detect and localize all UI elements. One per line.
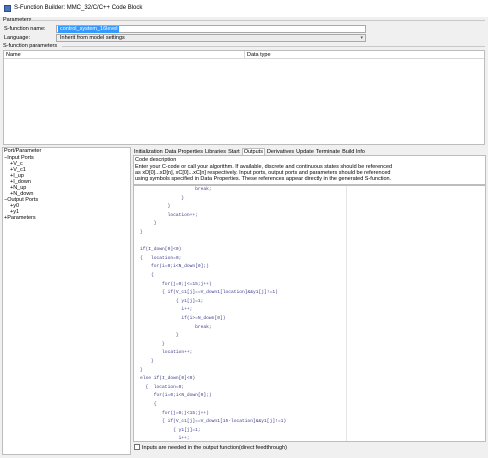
language-select[interactable]: Inherit from model settings ▾ bbox=[56, 34, 366, 42]
code-line: { bbox=[140, 273, 154, 278]
tab-bar[interactable]: Initialization Data Properties Libraries St… bbox=[134, 148, 367, 155]
window-title: S-Function Builder: MMC_32/C/C++ Code Bl… bbox=[14, 5, 143, 11]
code-line: } bbox=[140, 204, 171, 210]
sfunction-name-label: S-function name: bbox=[4, 26, 46, 32]
title-bar: S-Function Builder: MMC_32/C/C++ Code Bl… bbox=[0, 0, 488, 17]
parameters-group-label: Parameters bbox=[3, 17, 32, 23]
code-description-line-3: using symbols specified in Data Properti… bbox=[135, 176, 392, 182]
sfunction-parameters-label: S-function parameters bbox=[3, 43, 58, 49]
code-line: } bbox=[140, 221, 157, 227]
code-line: } bbox=[140, 230, 143, 235]
code-line: if(I_down[0]<0) bbox=[140, 247, 182, 253]
code-line: } bbox=[140, 195, 185, 201]
code-line: for(i=0;i<N_down[0];) bbox=[140, 393, 212, 399]
code-line: for(j=0;j<=15;j++) bbox=[140, 281, 212, 287]
feedthrough-checkbox[interactable] bbox=[134, 444, 140, 450]
code-line: { location=0; bbox=[140, 255, 182, 261]
app-icon bbox=[4, 5, 11, 12]
sfunction-name-field[interactable]: control_system_16level bbox=[56, 25, 366, 33]
port-parameter-tree[interactable]: −Input Ports +V_c +V_c1 +I_up +I_down +N_up +N… bbox=[4, 155, 38, 221]
code-line: } bbox=[140, 367, 143, 373]
sfunction-parameters-table[interactable]: Name Data type bbox=[3, 50, 485, 145]
code-line: { if(V_c1[j]==V_down1[15-location]&&y1[j… bbox=[140, 419, 287, 425]
code-line: if(i>=N_down[0]) bbox=[140, 316, 226, 321]
column-header-data-type: Data type bbox=[244, 51, 484, 59]
print-margin-line bbox=[346, 186, 347, 441]
divider bbox=[30, 20, 485, 21]
code-line: for(i=0;i<N_down[0];) bbox=[140, 264, 209, 270]
code-description-label: Code description bbox=[135, 157, 177, 163]
code-line: { if(V_c1[j]==V_down1[location]&&y1[j]!=… bbox=[140, 290, 278, 296]
tree-item[interactable]: +Parameters bbox=[4, 215, 38, 221]
port-parameter-label: Port/Parameter bbox=[4, 148, 42, 154]
feedthrough-label: Inputs are needed in the output function… bbox=[142, 445, 287, 451]
code-line: { bbox=[140, 402, 157, 407]
code-editor[interactable]: break; } } location++; }} if(I_down[0]<0)… bbox=[133, 185, 486, 442]
code-line: { y1[j]=1; bbox=[140, 427, 201, 433]
divider bbox=[62, 46, 485, 47]
code-line: } bbox=[140, 333, 179, 339]
code-line: break; bbox=[140, 187, 212, 192]
code-line: { location=0; bbox=[140, 384, 185, 390]
code-line: i++; bbox=[140, 307, 193, 313]
code-line: { y1[j]=1; bbox=[140, 298, 204, 304]
port-parameter-panel: Port/Parameter −Input Ports +V_c +V_c1 +I_u… bbox=[2, 147, 131, 455]
code-line: location++; bbox=[140, 212, 198, 218]
code-line: for(j=0;j<15;j++) bbox=[140, 410, 209, 416]
code-line: } bbox=[140, 341, 165, 347]
code-line: break; bbox=[140, 324, 212, 330]
column-header-name: Name bbox=[4, 51, 244, 59]
code-line: else if(I_down[0]<0) bbox=[140, 376, 196, 382]
chevron-down-icon: ▾ bbox=[360, 35, 363, 41]
code-line: i++; bbox=[140, 436, 190, 442]
code-line: } bbox=[140, 359, 154, 364]
code-line: location++; bbox=[140, 350, 193, 356]
code-description-box: Code description Enter your C-code or ca… bbox=[133, 155, 486, 185]
language-value: Inherit from model settings bbox=[60, 35, 125, 41]
sfunction-name-value: control_system_16level bbox=[58, 26, 120, 33]
tab-outputs[interactable]: Outputs bbox=[241, 148, 265, 155]
language-label: Language: bbox=[4, 35, 30, 41]
